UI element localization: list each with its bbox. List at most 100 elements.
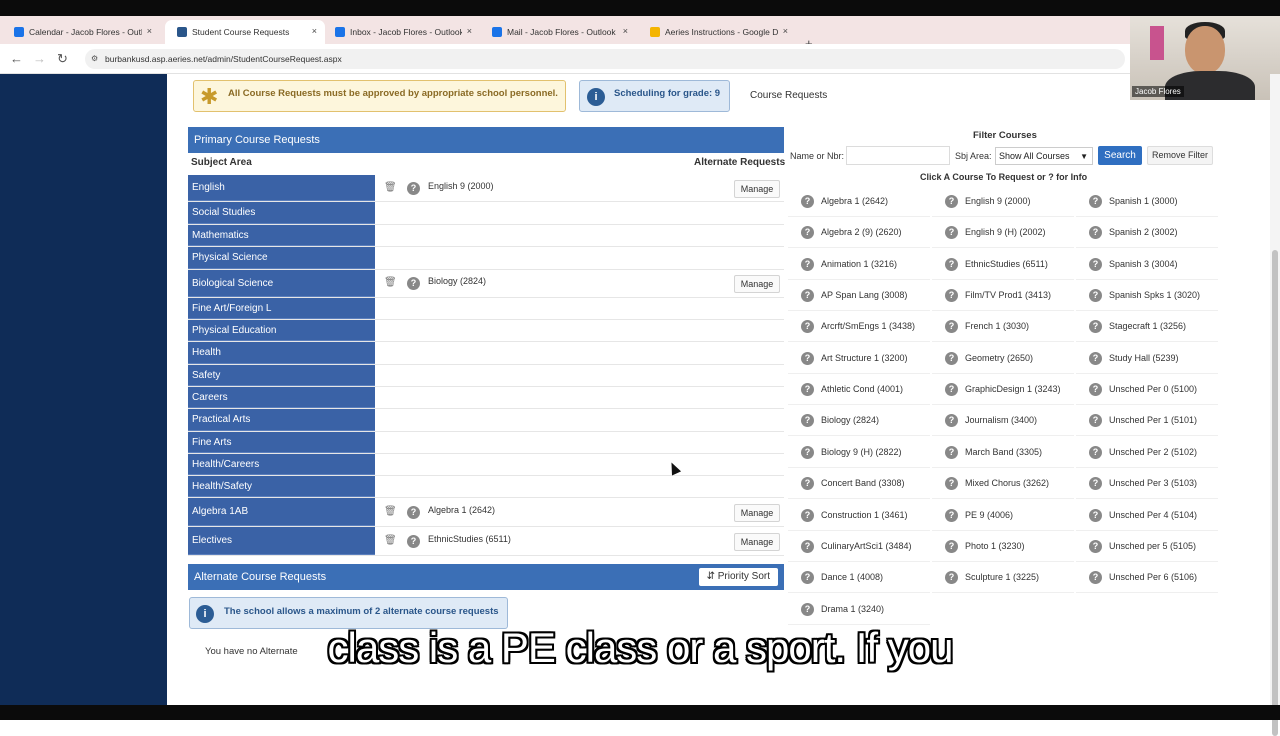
course-info-icon[interactable]: ? — [801, 508, 814, 522]
course-info-icon[interactable]: ? — [801, 445, 814, 459]
course-info-icon[interactable]: ? — [1089, 414, 1102, 428]
course-item[interactable]: ? Biology (2824) — [788, 405, 930, 437]
course-info-icon[interactable]: ? — [945, 477, 958, 491]
course-item[interactable]: ? Animation 1 (3216) — [788, 249, 930, 280]
page-scrollbar[interactable] — [1270, 74, 1280, 736]
course-info-icon[interactable]: ? — [1089, 226, 1102, 240]
course-item[interactable]: ? EthnicStudies (6511) — [932, 249, 1074, 280]
course-item[interactable]: ? AP Span Lang (3008) — [788, 280, 930, 312]
course-info-icon[interactable]: ? — [1089, 571, 1102, 585]
browser-tab-3[interactable]: Inbox - Jacob Flores - Outlook × — [323, 20, 480, 44]
course-item[interactable]: ? Art Structure 1 (3200) — [788, 343, 930, 374]
course-info-icon[interactable]: ? — [1089, 477, 1102, 491]
course-item[interactable]: ? French 1 (3030) — [932, 311, 1074, 343]
course-item[interactable]: ? Drama 1 (3240) — [788, 594, 930, 625]
delete-request-icon[interactable]: 🗑 — [384, 277, 397, 288]
course-item[interactable]: ? Spanish 3 (3004) — [1076, 249, 1218, 280]
course-item[interactable]: ? Algebra 1 (2642) — [788, 186, 930, 217]
course-item[interactable]: ? PE 9 (4006) — [932, 500, 1074, 531]
course-item[interactable]: ? Journalism (3400) — [932, 405, 1074, 437]
course-info-icon[interactable]: ? — [945, 508, 958, 522]
course-item[interactable]: ? Photo 1 (3230) — [932, 531, 1074, 562]
subject-area-select[interactable]: Show All Courses ▼ — [995, 147, 1093, 165]
course-item[interactable]: ? English 9 (2000) — [932, 186, 1074, 217]
course-info-icon[interactable]: ? — [945, 414, 958, 428]
course-info-icon[interactable]: ? — [407, 181, 420, 195]
back-arrow-icon[interactable]: ← — [10, 51, 23, 66]
course-item[interactable]: ? Algebra 2 (9) (2620) — [788, 217, 930, 249]
course-item[interactable]: ? Unsched Per 1 (5101) — [1076, 405, 1218, 437]
course-item[interactable]: ? Film/TV Prod1 (3413) — [932, 280, 1074, 312]
course-item[interactable]: ? Unsched Per 0 (5100) — [1076, 374, 1218, 406]
course-item[interactable]: ? Biology 9 (H) (2822) — [788, 437, 930, 468]
course-info-icon[interactable]: ? — [407, 505, 420, 519]
course-item[interactable]: ? Dance 1 (4008) — [788, 562, 930, 594]
course-item[interactable]: ? English 9 (H) (2002) — [932, 217, 1074, 249]
course-info-icon[interactable]: ? — [801, 539, 814, 553]
course-info-icon[interactable]: ? — [801, 383, 814, 397]
course-info-icon[interactable]: ? — [1089, 289, 1102, 303]
course-item[interactable]: ? Spanish Spks 1 (3020) — [1076, 280, 1218, 312]
course-info-icon[interactable]: ? — [801, 289, 814, 303]
course-item[interactable]: ? Construction 1 (3461) — [788, 500, 930, 531]
course-info-icon[interactable]: ? — [407, 534, 420, 548]
delete-request-icon[interactable]: 🗑 — [384, 535, 397, 546]
close-tab-icon[interactable]: × — [467, 26, 472, 36]
close-tab-icon[interactable]: × — [147, 26, 152, 36]
course-item[interactable]: ? Unsched per 5 (5105) — [1076, 531, 1218, 562]
course-info-icon[interactable]: ? — [801, 602, 814, 616]
course-item[interactable]: ? Unsched Per 6 (5106) — [1076, 562, 1218, 594]
course-info-icon[interactable]: ? — [801, 257, 814, 271]
course-item[interactable]: ? Unsched Per 3 (5103) — [1076, 468, 1218, 500]
course-item[interactable]: ? Geometry (2650) — [932, 343, 1074, 374]
course-info-icon[interactable]: ? — [801, 414, 814, 428]
course-info-icon[interactable]: ? — [1089, 195, 1102, 208]
course-info-icon[interactable]: ? — [945, 539, 958, 553]
course-info-icon[interactable]: ? — [1089, 383, 1102, 397]
manage-button[interactable]: Manage — [734, 503, 780, 522]
manage-button[interactable]: Manage — [734, 532, 780, 551]
course-info-icon[interactable]: ? — [945, 383, 958, 397]
course-info-icon[interactable]: ? — [945, 226, 958, 240]
course-info-icon[interactable]: ? — [1089, 351, 1102, 365]
close-tab-icon[interactable]: × — [312, 26, 317, 36]
course-info-icon[interactable]: ? — [801, 195, 814, 208]
browser-tab-1[interactable]: Calendar - Jacob Flores - Outlo × — [2, 20, 160, 44]
course-item[interactable]: ? GraphicDesign 1 (3243) — [932, 374, 1074, 406]
browser-tab-4[interactable]: Mail - Jacob Flores - Outlook × — [480, 20, 636, 44]
course-item[interactable]: ? Mixed Chorus (3262) — [932, 468, 1074, 500]
course-info-icon[interactable]: ? — [1089, 257, 1102, 271]
course-info-icon[interactable]: ? — [801, 571, 814, 585]
course-info-icon[interactable]: ? — [945, 571, 958, 585]
search-button[interactable]: Search — [1098, 146, 1142, 165]
course-info-icon[interactable]: ? — [945, 445, 958, 459]
name-filter-input[interactable] — [846, 146, 950, 165]
course-info-icon[interactable]: ? — [407, 277, 420, 290]
manage-button[interactable]: Manage — [734, 275, 780, 293]
course-info-icon[interactable]: ? — [945, 351, 958, 365]
priority-sort-button[interactable]: ⇵ Priority Sort — [698, 568, 778, 586]
course-requests-link[interactable]: Course Requests — [750, 90, 827, 101]
forward-arrow-icon[interactable]: → — [33, 51, 46, 66]
course-item[interactable]: ? Athletic Cond (4001) — [788, 374, 930, 406]
course-info-icon[interactable]: ? — [945, 195, 958, 208]
course-info-icon[interactable]: ? — [801, 351, 814, 365]
course-item[interactable]: ? Unsched Per 2 (5102) — [1076, 437, 1218, 468]
close-tab-icon[interactable]: × — [623, 26, 628, 36]
course-info-icon[interactable]: ? — [1089, 539, 1102, 553]
course-item[interactable]: ? Study Hall (5239) — [1076, 343, 1218, 374]
course-info-icon[interactable]: ? — [801, 320, 814, 334]
course-item[interactable]: ? Unsched Per 4 (5104) — [1076, 500, 1218, 531]
course-info-icon[interactable]: ? — [801, 226, 814, 240]
delete-request-icon[interactable]: 🗑 — [384, 506, 397, 517]
course-item[interactable]: ? Spanish 2 (3002) — [1076, 217, 1218, 249]
course-item[interactable]: ? Concert Band (3308) — [788, 468, 930, 500]
browser-tab-2[interactable]: Student Course Requests × — [165, 20, 325, 44]
course-item[interactable]: ? Arcrft/SmEngs 1 (3438) — [788, 311, 930, 343]
close-tab-icon[interactable]: × — [783, 26, 788, 36]
browser-tab-5[interactable]: Aeries Instructions - Google Do × — [638, 20, 796, 44]
course-info-icon[interactable]: ? — [945, 289, 958, 303]
remove-filter-button[interactable]: Remove Filter — [1147, 146, 1213, 165]
course-item[interactable]: ? March Band (3305) — [932, 437, 1074, 468]
course-info-icon[interactable]: ? — [1089, 320, 1102, 334]
